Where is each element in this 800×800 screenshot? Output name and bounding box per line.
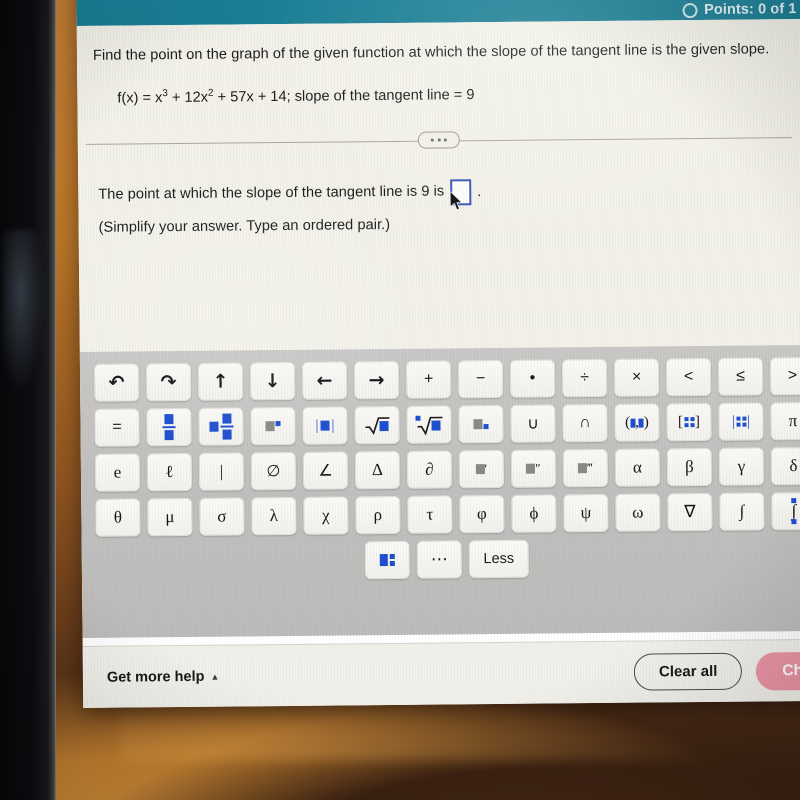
delta-lower-key[interactable]: δ (770, 446, 800, 486)
square-root-key[interactable] (354, 405, 400, 445)
divider-dot-1 (430, 138, 434, 142)
caret-up-icon: ▲ (210, 671, 220, 682)
partial-derivative-key[interactable]: ∂ (406, 450, 453, 489)
photo-of-screen-scene: Points: 0 of 1 Find the point on the gra… (0, 0, 800, 800)
euler-e-key[interactable]: e (94, 453, 141, 492)
absolute-value-key[interactable]: | | (302, 406, 348, 445)
integral-key[interactable]: ∫ (719, 492, 765, 531)
formula-prefix: f(x) = x (117, 90, 163, 107)
vertical-bar-key[interactable]: | (198, 452, 245, 491)
clear-all-button[interactable]: Clear all (633, 652, 743, 691)
theta-key[interactable]: θ (95, 498, 141, 537)
answer-prompt: The point at which the slope of the tang… (98, 183, 445, 204)
nth-root-key[interactable] (406, 405, 452, 444)
progress-ring-icon (682, 2, 698, 18)
toolbar-actions: Clear all Check (633, 651, 800, 691)
less-key[interactable]: Less (468, 539, 529, 579)
answer-hint: (Simplify your answer. Type an ordered p… (98, 217, 391, 236)
union-key[interactable]: ∪ (510, 404, 556, 443)
divide-key[interactable]: ÷ (561, 358, 608, 398)
subscript-key[interactable] (458, 404, 504, 444)
math-keyboard-panel: ↶↷↑↓←→+−•÷×<≤>≥=||∪∩(,)[]||πeℓ|∅∠Δ∂′″‴αβ… (79, 344, 800, 638)
matrix-determinant-key[interactable]: | | (718, 402, 764, 441)
math-keyboard-bottom-row: ⋯ Less (96, 537, 800, 582)
divider-more-pill[interactable] (417, 131, 460, 149)
empty-set-key[interactable]: ∅ (250, 451, 297, 491)
math-keyboard-row: eℓ|∅∠Δ∂′″‴αβγδε (94, 446, 800, 492)
less-than-key[interactable]: < (665, 357, 712, 397)
phi-variant-key[interactable]: φ (459, 494, 505, 534)
browser-window: Points: 0 of 1 Find the point on the gra… (76, 0, 800, 708)
more-options-key[interactable]: ⋯ (416, 540, 462, 579)
question-prompt: Find the point on the graph of the given… (92, 41, 770, 64)
nabla-key[interactable]: ∇ (667, 492, 713, 532)
divider-dot-2 (437, 138, 441, 142)
triple-prime-key[interactable]: ‴ (562, 448, 609, 488)
arrow-left-key[interactable]: ← (301, 361, 348, 400)
pi-key[interactable]: π (770, 401, 800, 441)
mu-key[interactable]: μ (147, 497, 193, 537)
less-equal-key[interactable]: ≤ (717, 357, 764, 396)
equals-key[interactable]: = (94, 408, 140, 447)
mixed-number-key[interactable] (198, 407, 244, 446)
question-toolbar: Get more help ▲ Clear all Check (82, 638, 800, 708)
beta-key[interactable]: β (666, 447, 713, 487)
exponent-key[interactable] (250, 406, 296, 446)
script-l-key[interactable]: ℓ (146, 452, 193, 492)
question-body: Find the point on the graph of the given… (76, 18, 800, 638)
divider-dot-3 (443, 138, 447, 142)
alpha-key[interactable]: α (614, 448, 661, 487)
sigma-key[interactable]: σ (199, 497, 245, 536)
phi-key[interactable]: ϕ (511, 494, 557, 533)
section-divider (85, 128, 792, 153)
closed-bracket-key[interactable]: [] (666, 402, 712, 442)
open-interval-key[interactable]: (,) (614, 403, 660, 442)
arrow-right-key[interactable]: → (353, 360, 400, 400)
dot-multiply-key[interactable]: • (509, 359, 556, 398)
math-keyboard-rows: ↶↷↑↓←→+−•÷×<≤>≥=||∪∩(,)[]||πeℓ|∅∠Δ∂′″‴αβ… (93, 356, 800, 537)
rho-key[interactable]: ρ (355, 495, 401, 535)
psi-key[interactable]: ψ (563, 493, 609, 533)
get-more-help-label: Get more help (106, 668, 205, 686)
greater-than-key[interactable]: > (769, 356, 800, 396)
arrow-up-key[interactable]: ↑ (197, 362, 244, 401)
intersection-key[interactable]: ∩ (562, 403, 608, 443)
bezel-reflection (2, 230, 48, 410)
answer-period: . (477, 184, 482, 201)
get-more-help-button[interactable]: Get more help ▲ (107, 668, 220, 685)
fraction-key[interactable] (146, 407, 192, 447)
math-keyboard-row: ↶↷↑↓←→+−•÷×<≤>≥ (93, 356, 800, 402)
gamma-key[interactable]: γ (718, 447, 765, 486)
template-key[interactable] (364, 540, 410, 580)
formula-mid-2: + 57x + 14; slope of the tangent line = … (213, 87, 475, 106)
times-key[interactable]: × (613, 358, 660, 397)
arrow-down-key[interactable]: ↓ (249, 361, 296, 401)
answer-line: The point at which the slope of the tang… (98, 176, 796, 211)
delta-key[interactable]: Δ (354, 450, 401, 490)
angle-key[interactable]: ∠ (302, 451, 349, 490)
undo-key[interactable]: ↶ (93, 363, 140, 402)
math-keyboard-row: θ μ σ λ χ ρ τ φ ϕ ψ ω ∇ ∫ ∫ (95, 491, 800, 537)
math-keyboard-row: = | | ∪ ∩(,)[] | | π (94, 401, 800, 447)
minus-key[interactable]: − (457, 359, 504, 399)
omega-key[interactable]: ω (615, 493, 661, 532)
points-label: Points: 0 of 1 (704, 1, 797, 18)
prime-key[interactable]: ′ (458, 449, 505, 489)
points-indicator: Points: 0 of 1 (682, 1, 797, 18)
function-formula: f(x) = x3 + 12x2 + 57x + 14; slope of th… (117, 82, 795, 106)
tau-key[interactable]: τ (407, 495, 453, 534)
chi-key[interactable]: χ (303, 496, 349, 535)
formula-mid-1: + 12x (167, 89, 209, 107)
redo-key[interactable]: ↷ (145, 362, 192, 402)
plus-key[interactable]: + (405, 360, 452, 399)
check-button[interactable]: Check (756, 651, 800, 691)
lambda-key[interactable]: λ (251, 496, 297, 536)
answer-block: The point at which the slope of the tang… (98, 176, 797, 239)
double-prime-key[interactable]: ″ (510, 449, 557, 488)
definite-integral-key[interactable]: ∫ (771, 491, 800, 531)
answer-input[interactable] (450, 179, 472, 206)
